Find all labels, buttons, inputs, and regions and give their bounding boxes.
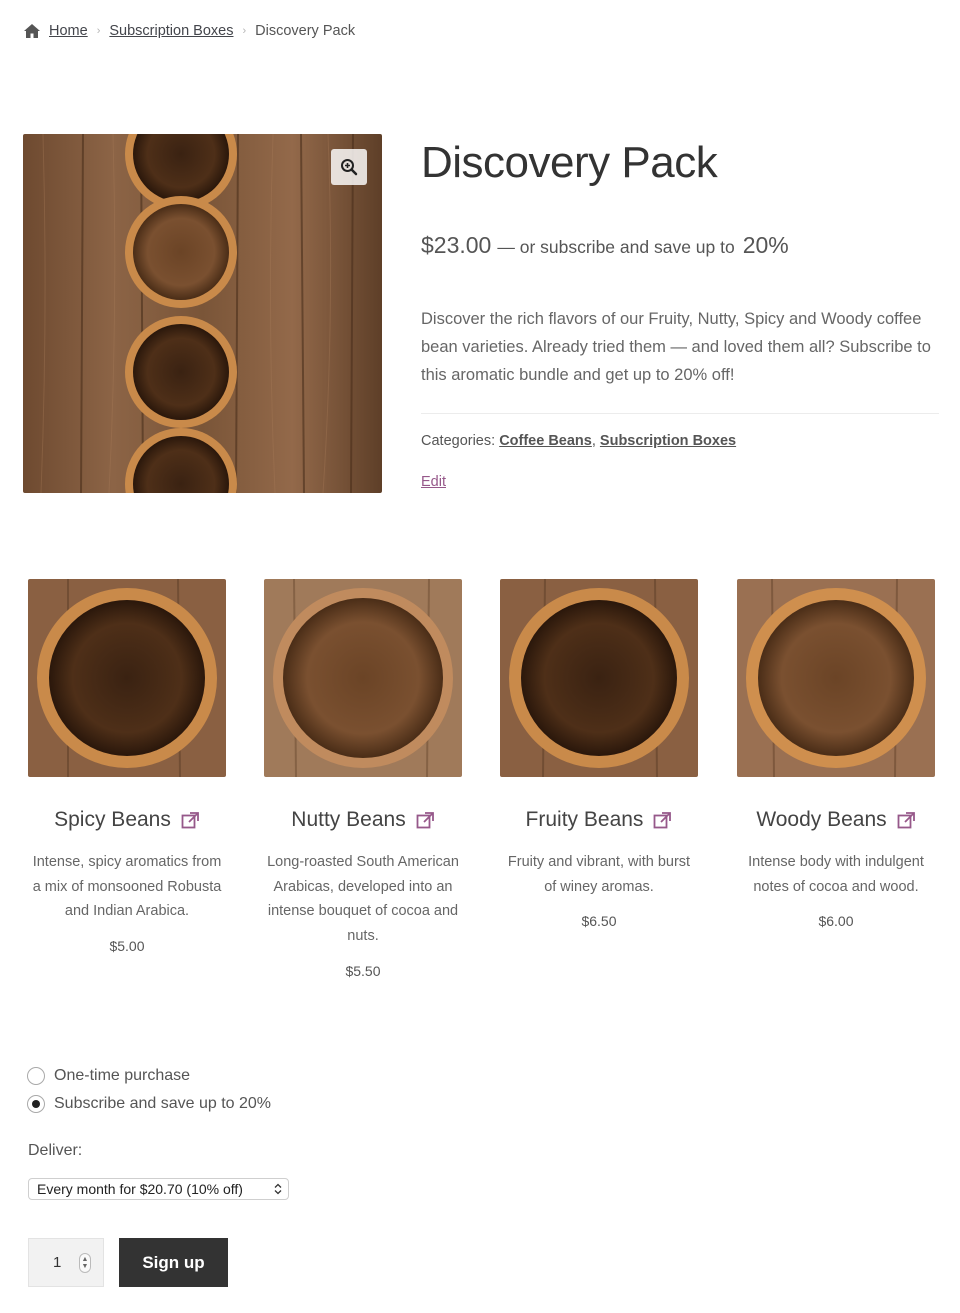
one-time-purchase-label: One-time purchase [54,1067,191,1084]
breadcrumb-separator: › [96,25,101,37]
bundle-item-name[interactable]: Spicy Beans [28,808,226,832]
divider [421,413,939,414]
bundle-item-nutty: Nutty Beans Long-roasted South American … [264,579,462,979]
bundle-item-image[interactable] [264,579,462,777]
bundle-item-woody: Woody Beans Intense body with indulgent … [737,579,935,929]
external-link-icon[interactable] [653,811,672,830]
deliver-frequency-select[interactable]: Every month for $20.70 (10% off) [28,1178,289,1200]
bundle-item-price: $6.00 [818,913,854,930]
price-discount: 20% [742,232,789,258]
breadcrumb-current: Discovery Pack [255,23,356,39]
quantity-stepper[interactable]: ▲ ▼ [79,1252,91,1273]
categories-separator: , [591,433,596,449]
subscribe-option[interactable]: Subscribe and save up to 20% [27,1095,271,1113]
bundle-item-name-text[interactable]: Nutty Beans [291,808,405,832]
breadcrumb-separator: › [242,25,247,37]
zoom-button[interactable] [331,149,367,185]
bundle-item-name[interactable]: Nutty Beans [264,808,462,832]
deliver-selected-value: Every month for $20.70 (10% off) [37,1181,243,1197]
category-link-coffee-beans[interactable]: Coffee Beans [499,433,592,449]
bundle-item-spicy: Spicy Beans Intense, spicy aromatics fro… [28,579,226,954]
bundle-item-description: Long-roasted South American Arabicas, de… [267,854,459,945]
bundle-item-description: Fruity and vibrant, with burst of winey … [507,854,691,895]
bundle-item-image[interactable] [737,579,935,777]
bundle-item-image[interactable] [500,579,698,777]
bundle-item-price: $6.50 [581,913,617,930]
sign-up-button[interactable]: Sign up [119,1238,228,1287]
radio-selected-dot [32,1100,40,1108]
categories-label: Categories: [421,433,496,449]
bundle-item-name-text[interactable]: Spicy Beans [54,808,171,832]
bundle-item-fruity: Fruity Beans Fruity and vibrant, with bu… [500,579,698,929]
subscribe-label: Subscribe and save up to 20% [54,1095,272,1112]
product-title: Discovery Pack [421,138,718,187]
product-main-image[interactable] [23,134,382,493]
product-categories: Categories: Coffee Beans, Subscription B… [421,433,736,449]
product-description: Discover the rich flavors of our Fruity,… [421,310,931,384]
one-time-purchase-option[interactable]: One-time purchase [27,1067,190,1085]
subscribe-radio[interactable] [27,1095,45,1113]
product-price: $23.00 — or subscribe and save up to 20% [421,232,789,259]
breadcrumb: Home › Subscription Boxes › Discovery Pa… [23,20,355,42]
bundle-item-description: Intense body with indulgent notes of coc… [748,854,924,895]
bundle-item-name[interactable]: Fruity Beans [500,808,698,832]
quantity-value: 1 [53,1254,62,1271]
breadcrumb-category-link[interactable]: Subscription Boxes [109,23,233,39]
external-link-icon[interactable] [181,811,200,830]
bundle-item-price: $5.00 [109,938,145,955]
select-chevron-icon [274,1183,282,1195]
bundle-item-name-text[interactable]: Woody Beans [756,808,886,832]
category-link-subscription-boxes[interactable]: Subscription Boxes [600,433,736,449]
one-time-purchase-radio[interactable] [27,1067,45,1085]
external-link-icon[interactable] [897,811,916,830]
quantity-input[interactable]: 1 ▲ ▼ [28,1238,104,1287]
external-link-icon[interactable] [416,811,435,830]
deliver-label: Deliver: [28,1142,83,1159]
edit-link[interactable]: Edit [421,474,446,490]
bundle-item-name-text[interactable]: Fruity Beans [526,808,644,832]
price-amount: $23.00 [421,232,492,258]
bundle-item-image[interactable] [28,579,226,777]
home-icon [24,24,40,38]
zoom-in-icon [341,159,358,176]
coffee-bowls-image [23,134,382,493]
bundle-item-price: $5.50 [345,962,381,979]
breadcrumb-home-link[interactable]: Home [49,23,88,39]
price-subscribe-text: — or subscribe and save up to [497,237,735,257]
bundle-item-name[interactable]: Woody Beans [737,808,935,832]
bundle-item-description: Intense, spicy aromatics from a mix of m… [32,854,222,920]
